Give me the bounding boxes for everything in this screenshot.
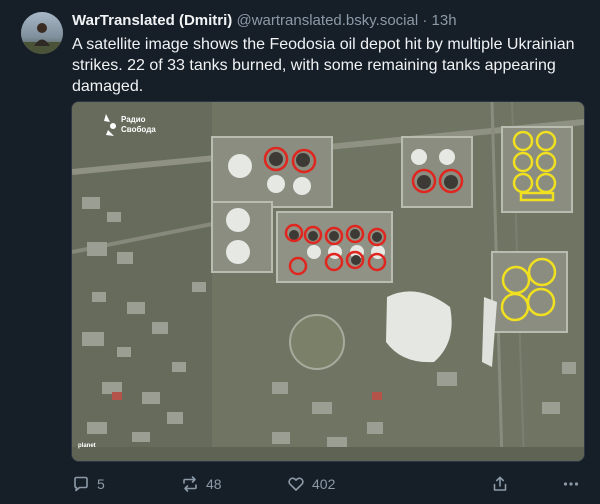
like-button[interactable]: 402 [287,470,335,498]
like-count: 402 [312,476,336,492]
repost-count: 48 [206,476,222,492]
post-text: A satellite image shows the Feodosia oil… [72,34,575,97]
author-handle[interactable]: @wartranslated.bsky.social [236,12,418,29]
post-timestamp[interactable]: 13h [432,12,457,29]
satellite-image[interactable]: Радио Свобода planet [71,101,585,462]
watermark-line1: Радио [121,115,146,124]
avatar[interactable] [21,12,63,54]
post-header: WarTranslated (Dmitri) @wartranslated.bs… [72,11,457,31]
display-name[interactable]: WarTranslated (Dmitri) [72,12,232,29]
more-dots-icon [563,482,579,486]
repost-button[interactable]: 48 [181,470,222,498]
post-text-line: strikes. 22 of 33 tanks burned, with som… [72,57,556,74]
watermark-line2: Свобода [121,125,156,134]
header-separator: · [422,12,428,29]
heart-icon [288,477,304,491]
reply-icon [74,476,88,492]
post-text-line: damaged. [72,78,144,95]
repost-icon [183,476,197,492]
image-credit: planet [78,443,96,449]
post-actions: 5 48 402 [0,470,600,498]
post-card[interactable]: WarTranslated (Dmitri) @wartranslated.bs… [0,0,600,504]
post-text-line: A satellite image shows the Feodosia oil… [72,36,575,53]
share-button[interactable] [491,470,509,498]
reply-count: 5 [97,476,105,492]
share-icon [493,476,507,491]
more-options-button[interactable] [562,470,580,498]
reply-button[interactable]: 5 [72,470,105,498]
